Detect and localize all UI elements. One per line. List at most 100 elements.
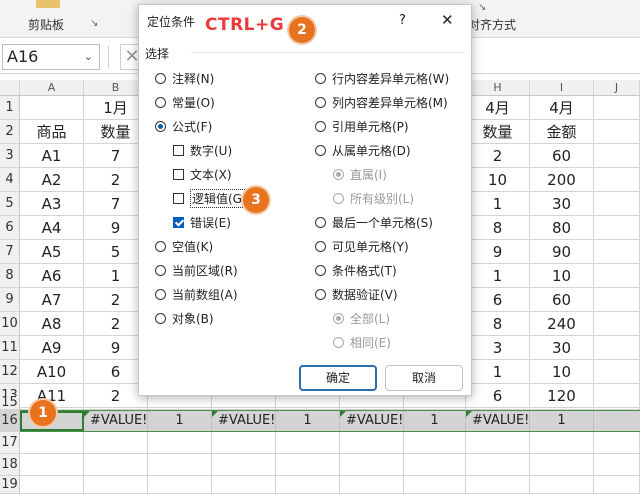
name-box[interactable]: A16 ⌄ <box>2 44 100 70</box>
row-header-7[interactable]: 7 <box>0 240 20 264</box>
sheet-cell[interactable] <box>594 432 640 454</box>
sheet-cell[interactable] <box>530 454 594 476</box>
option-conditional-formats[interactable]: 条件格式(T) <box>315 261 397 279</box>
sheet-cell[interactable] <box>404 476 466 494</box>
sheet-cell[interactable] <box>20 454 84 476</box>
help-button[interactable]: ? <box>399 13 406 28</box>
row-header-12[interactable]: 12 <box>0 360 20 384</box>
error-result-cell[interactable]: #VALUE! <box>84 411 148 431</box>
checkbox-icon[interactable] <box>173 168 184 180</box>
sheet-cell[interactable] <box>212 432 276 454</box>
row-header-16[interactable]: 16 <box>0 410 20 432</box>
sheet-cell[interactable] <box>212 476 276 494</box>
sheet-cell[interactable]: 60 <box>530 288 594 312</box>
sheet-cell[interactable]: 8 <box>466 312 530 336</box>
sheet-cell[interactable] <box>594 396 640 410</box>
column-header-j[interactable]: J <box>594 80 640 96</box>
sheet-cell[interactable] <box>466 432 530 454</box>
sheet-cell[interactable] <box>212 396 276 410</box>
error-result-cell[interactable]: #VALUE! <box>340 411 404 431</box>
sheet-cell[interactable]: 10 <box>530 264 594 288</box>
row-header-5[interactable]: 5 <box>0 192 20 216</box>
sheet-cell[interactable]: 4月 <box>466 96 530 120</box>
sheet-cell[interactable]: A8 <box>20 312 84 336</box>
cancel-button[interactable]: 取消 <box>385 365 463 391</box>
sheet-cell[interactable]: 60 <box>530 144 594 168</box>
sheet-cell[interactable]: 9 <box>466 240 530 264</box>
sheet-cell[interactable]: 3 <box>466 336 530 360</box>
option-precedents[interactable]: 引用单元格(P) <box>315 117 409 135</box>
row-header-17[interactable]: 17 <box>0 432 20 454</box>
sheet-cell[interactable] <box>594 336 640 360</box>
option-logicals[interactable]: 逻辑值(G) <box>173 188 249 208</box>
sheet-cell[interactable]: 10 <box>530 360 594 384</box>
sheet-cell[interactable] <box>530 432 594 454</box>
sheet-cell[interactable] <box>594 454 640 476</box>
column-header-i[interactable]: I <box>530 80 594 96</box>
radio-icon[interactable] <box>155 312 166 324</box>
column-header-a[interactable]: A <box>20 80 84 96</box>
sheet-cell[interactable]: 2 <box>466 144 530 168</box>
option-current-region[interactable]: 当前区域(R) <box>155 261 238 279</box>
row-header-10[interactable]: 10 <box>0 312 20 336</box>
row-header-19[interactable]: 19 <box>0 476 20 494</box>
sheet-cell[interactable]: 1 <box>466 192 530 216</box>
sheet-cell[interactable]: 1 <box>466 360 530 384</box>
sheet-cell[interactable] <box>594 192 640 216</box>
row-header-8[interactable]: 8 <box>0 264 20 288</box>
option-numbers[interactable]: 数字(U) <box>173 141 232 159</box>
sheet-cell[interactable]: A6 <box>20 264 84 288</box>
font-launcher-icon[interactable]: ↘ <box>478 2 486 13</box>
sheet-cell[interactable] <box>594 288 640 312</box>
radio-icon[interactable] <box>315 96 326 108</box>
sheet-cell[interactable] <box>594 312 640 336</box>
row-header-2[interactable]: 2 <box>0 120 20 144</box>
option-formulas[interactable]: 公式(F) <box>155 117 212 135</box>
sheet-cell[interactable]: 1 <box>466 264 530 288</box>
radio-icon[interactable] <box>315 144 326 156</box>
radio-selected-icon[interactable] <box>155 120 166 132</box>
sheet-cell[interactable]: 240 <box>530 312 594 336</box>
sheet-cell[interactable] <box>594 240 640 264</box>
option-last-cell[interactable]: 最后一个单元格(S) <box>315 213 433 231</box>
sheet-cell[interactable] <box>404 454 466 476</box>
sheet-cell[interactable] <box>466 454 530 476</box>
sheet-cell[interactable]: A5 <box>20 240 84 264</box>
radio-icon[interactable] <box>315 288 326 300</box>
sheet-cell[interactable] <box>148 454 212 476</box>
sheet-cell[interactable] <box>340 432 404 454</box>
sheet-cell[interactable] <box>148 396 212 410</box>
radio-icon[interactable] <box>315 216 326 228</box>
column-header-h[interactable]: H <box>466 80 530 96</box>
row-header-15[interactable]: 15 <box>0 396 20 410</box>
row-header-6[interactable]: 6 <box>0 216 20 240</box>
sheet-cell[interactable]: 30 <box>530 336 594 360</box>
option-constants[interactable]: 常量(O) <box>155 93 215 111</box>
option-data-validation[interactable]: 数据验证(V) <box>315 285 398 303</box>
option-dependents[interactable]: 从属单元格(D) <box>315 141 411 159</box>
option-column-differences[interactable]: 列内容差异单元格(M) <box>315 93 448 111</box>
checkbox-icon[interactable] <box>173 144 184 156</box>
sheet-cell[interactable] <box>340 396 404 410</box>
sheet-cell[interactable] <box>466 476 530 494</box>
error-result-cell[interactable]: 1 <box>148 411 212 431</box>
sheet-cell[interactable] <box>84 476 148 494</box>
error-result-cell[interactable]: 1 <box>276 411 340 431</box>
row-header-9[interactable]: 9 <box>0 288 20 312</box>
sheet-cell[interactable]: 8 <box>466 216 530 240</box>
ok-button[interactable]: 确定 <box>299 365 377 391</box>
sheet-cell[interactable] <box>594 144 640 168</box>
sheet-cell[interactable] <box>340 476 404 494</box>
sheet-cell[interactable] <box>466 396 530 410</box>
sheet-cell[interactable] <box>20 96 84 120</box>
option-text[interactable]: 文本(X) <box>173 165 232 183</box>
option-blanks[interactable]: 空值(K) <box>155 237 213 255</box>
sheet-cell[interactable]: A3 <box>20 192 84 216</box>
sheet-cell[interactable]: 80 <box>530 216 594 240</box>
radio-icon[interactable] <box>315 264 326 276</box>
sheet-cell[interactable] <box>148 432 212 454</box>
sheet-cell[interactable] <box>84 432 148 454</box>
sheet-cell[interactable] <box>276 396 340 410</box>
sheet-cell[interactable]: 6 <box>466 288 530 312</box>
radio-icon[interactable] <box>315 240 326 252</box>
